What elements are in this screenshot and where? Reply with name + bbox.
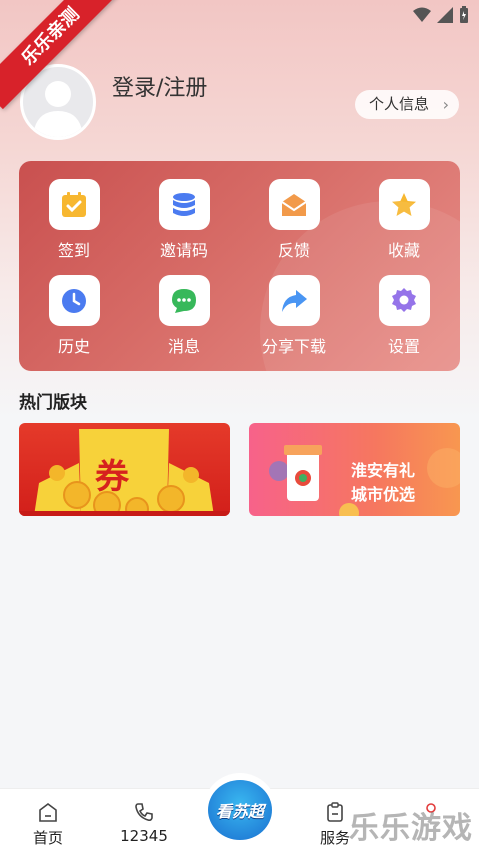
chevron-right-icon: › (442, 95, 449, 114)
clock-icon (48, 275, 100, 326)
center-badge-logo: 看苏超 (208, 780, 272, 840)
chat-icon (158, 275, 210, 326)
menu-label: 反馈 (277, 241, 310, 260)
calendar-check-icon (48, 179, 100, 230)
menu-item-messages[interactable]: 消息 (129, 275, 239, 357)
personal-info-button[interactable]: 个人信息 › (354, 90, 459, 119)
tab-service[interactable]: 服务 (300, 789, 370, 848)
gear-icon (378, 275, 430, 326)
battery-icon (460, 6, 468, 23)
tab-hotline[interactable]: 12345 (109, 789, 179, 845)
menu-label: 设置 (387, 337, 420, 356)
feature-menu-card: 签到 邀请码 反馈 收藏 历史 消息 分享下载 设置 (19, 161, 460, 371)
hot-section-title: 热门版块 (19, 393, 87, 413)
menu-label: 邀请码 (159, 241, 208, 260)
tab-label: 服务 (319, 829, 350, 847)
personal-info-label: 个人信息 (368, 95, 429, 113)
menu-item-invite-code[interactable]: 邀请码 (129, 179, 239, 261)
tab-home[interactable]: 首页 (13, 789, 83, 848)
database-icon (158, 179, 210, 230)
city-select-banner[interactable]: 淮安有礼 城市优选 (249, 423, 460, 516)
coupon-text: 券 (95, 457, 129, 497)
menu-label: 历史 (57, 337, 90, 356)
tab-label: 首页 (32, 829, 63, 847)
coupon-banner[interactable]: 券 (19, 423, 230, 516)
menu-label: 收藏 (387, 241, 420, 260)
status-bar (413, 6, 469, 24)
bottom-tab-bar: 首页 12345 看苏超 服务 (0, 773, 479, 853)
tab-center-watch[interactable]: 看苏超 (203, 773, 277, 847)
promo-line-2: 城市优选 (351, 485, 416, 504)
signal-icon (437, 7, 453, 23)
wifi-icon (413, 7, 431, 22)
menu-label: 分享下载 (261, 337, 326, 356)
menu-item-checkin[interactable]: 签到 (19, 179, 129, 261)
share-arrow-icon (268, 275, 320, 326)
menu-item-favorites[interactable]: 收藏 (349, 179, 459, 261)
clipboard-icon (300, 789, 370, 823)
menu-label: 签到 (57, 241, 90, 260)
login-register-link[interactable]: 登录/注册 (112, 70, 207, 102)
menu-item-share-download[interactable]: 分享下载 (239, 275, 349, 357)
menu-item-settings[interactable]: 设置 (349, 275, 459, 357)
home-icon (13, 789, 83, 823)
tab-label: 12345 (120, 827, 168, 845)
tab-mine[interactable] (396, 789, 466, 823)
user-icon (396, 789, 466, 823)
menu-item-feedback[interactable]: 反馈 (239, 179, 349, 261)
envelope-icon (268, 179, 320, 230)
star-icon (378, 179, 430, 230)
promo-line-1: 淮安有礼 (351, 461, 416, 480)
menu-item-history[interactable]: 历史 (19, 275, 129, 357)
phone-icon (109, 789, 179, 823)
menu-label: 消息 (167, 337, 200, 356)
